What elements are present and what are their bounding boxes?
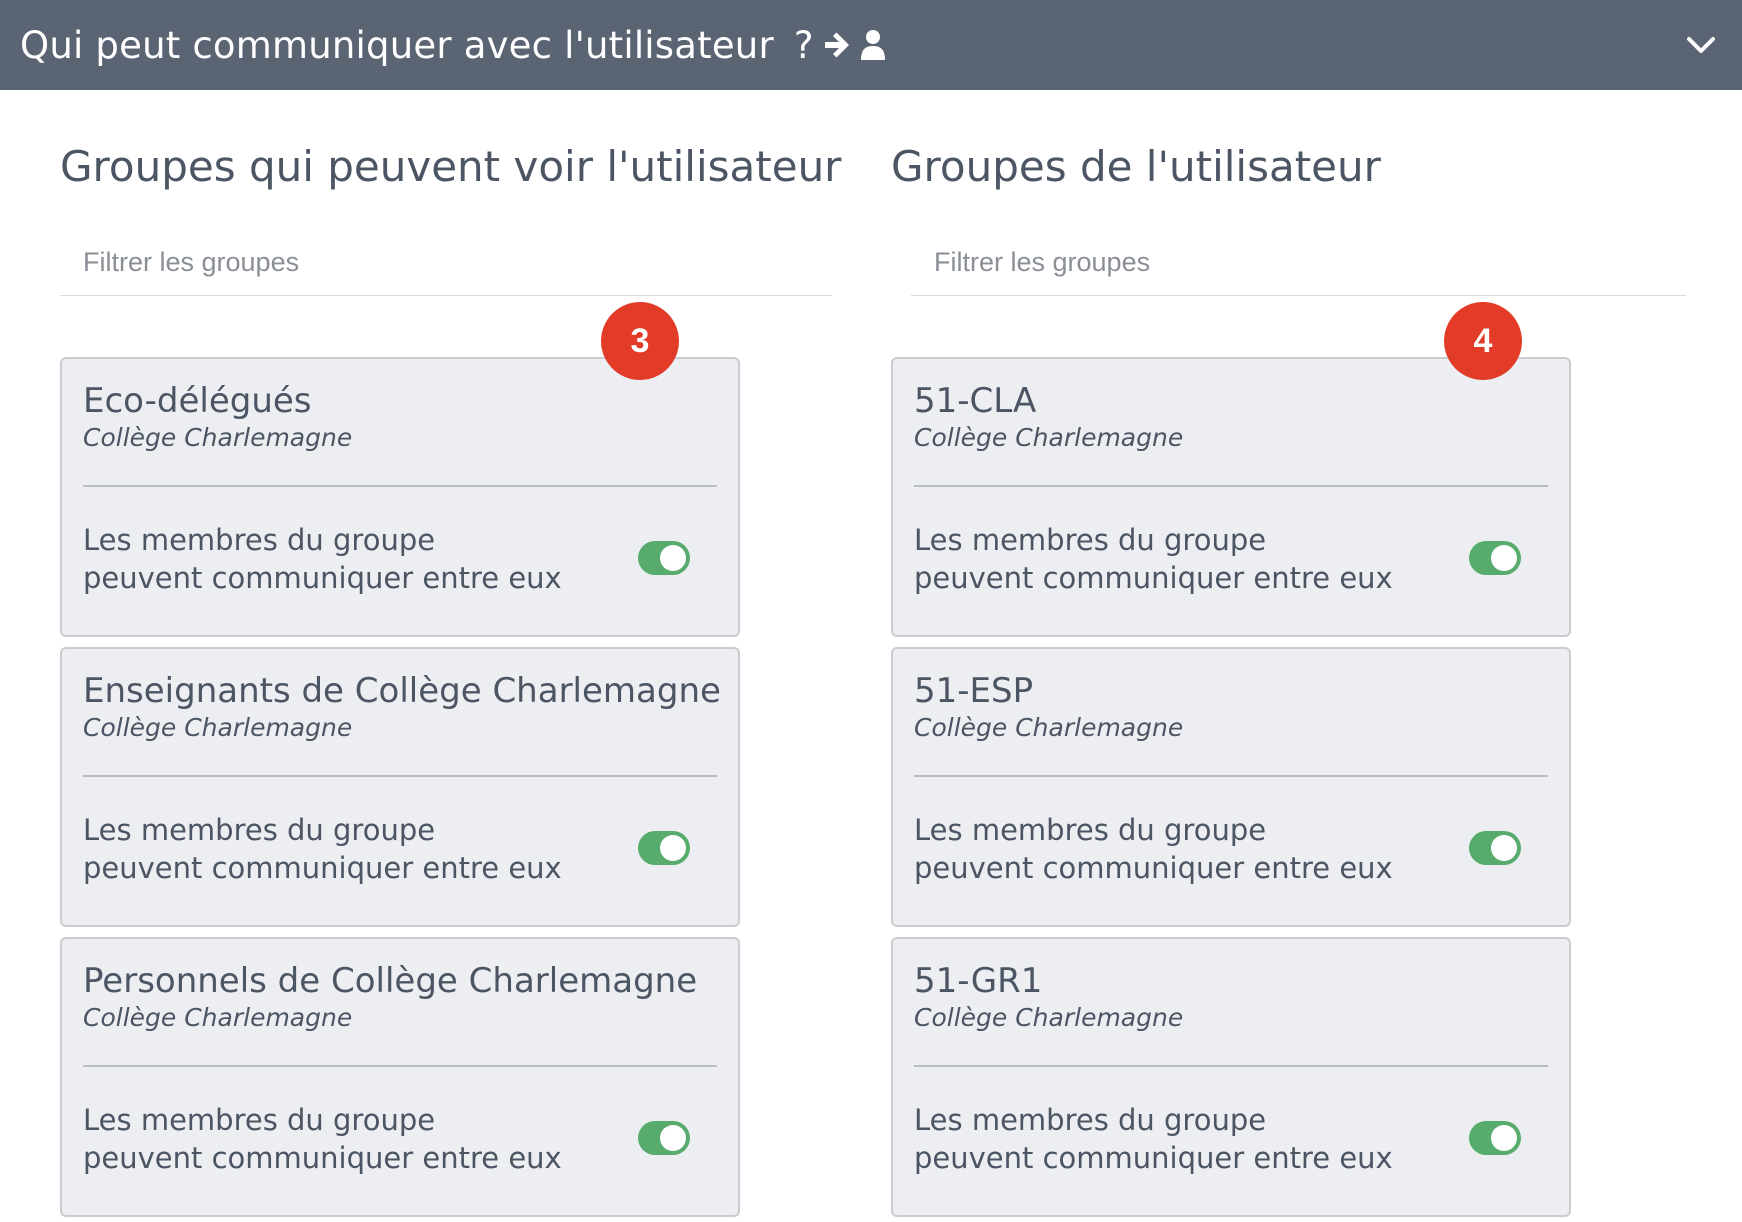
group-card: 51-CLA Collège Charlemagne Les membres d…: [891, 357, 1571, 637]
toggle-knob: [1491, 1125, 1517, 1151]
panel-title: Qui peut communiquer avec l'utilisateur: [20, 23, 774, 67]
group-card: 51-ESP Collège Charlemagne Les membres d…: [891, 647, 1571, 927]
group-card: 51-GR1 Collège Charlemagne Les membres d…: [891, 937, 1571, 1217]
card-divider: [83, 1065, 717, 1067]
group-card: Personnels de Collège Charlemagne Collèg…: [60, 937, 740, 1217]
toggle-label: Les membres du groupe peuvent communique…: [914, 813, 1393, 885]
communicate-toggle[interactable]: [638, 831, 690, 865]
communicate-toggle[interactable]: [1469, 1121, 1521, 1155]
communicate-toggle[interactable]: [638, 541, 690, 575]
toggle-knob: [1491, 835, 1517, 861]
toggle-knob: [660, 545, 686, 571]
card-divider: [83, 775, 717, 777]
panel-header[interactable]: Qui peut communiquer avec l'utilisateur …: [0, 0, 1742, 90]
group-school: Collège Charlemagne: [914, 423, 1184, 452]
card-divider: [914, 1065, 1548, 1067]
group-school: Collège Charlemagne: [914, 713, 1184, 742]
toggle-label: Les membres du groupe peuvent communique…: [83, 523, 562, 595]
group-name: 51-ESP: [914, 671, 1034, 711]
filter-groups-input-right[interactable]: [911, 230, 1686, 296]
communicate-toggle[interactable]: [638, 1121, 690, 1155]
group-name: 51-GR1: [914, 961, 1043, 1001]
group-card: Eco-délégués Collège Charlemagne Les mem…: [60, 357, 740, 637]
toggle-label: Les membres du groupe peuvent communique…: [83, 813, 562, 885]
group-name: Enseignants de Collège Charlemagne: [83, 671, 721, 711]
toggle-knob: [1491, 545, 1517, 571]
toggle-knob: [660, 1125, 686, 1151]
toggle-label: Les membres du groupe peuvent communique…: [914, 523, 1393, 595]
group-name: Personnels de Collège Charlemagne: [83, 961, 698, 1001]
communicate-toggle[interactable]: [1469, 541, 1521, 575]
arrow-right-icon: [824, 32, 849, 58]
card-divider: [914, 485, 1548, 487]
toggle-label: Les membres du groupe peuvent communique…: [914, 1103, 1393, 1175]
toggle-knob: [660, 835, 686, 861]
group-school: Collège Charlemagne: [83, 1003, 353, 1032]
group-card: Enseignants de Collège Charlemagne Collè…: [60, 647, 740, 927]
chevron-down-icon[interactable]: [1682, 26, 1720, 64]
user-icon: [860, 30, 885, 60]
section-title-visible-by: Groupes qui peuvent voir l'utilisateur: [60, 142, 842, 191]
filter-groups-input-left[interactable]: [60, 230, 832, 296]
group-school: Collège Charlemagne: [914, 1003, 1184, 1032]
toggle-label: Les membres du groupe peuvent communique…: [83, 1103, 562, 1175]
panel-question-mark: ?: [793, 23, 814, 67]
section-title-user-groups: Groupes de l'utilisateur: [891, 142, 1381, 191]
group-school: Collège Charlemagne: [83, 713, 353, 742]
group-name: Eco-délégués: [83, 381, 312, 421]
communicate-toggle[interactable]: [1469, 831, 1521, 865]
card-divider: [83, 485, 717, 487]
group-name: 51-CLA: [914, 381, 1037, 421]
step-badge-4: 4: [1444, 302, 1522, 380]
step-badge-3: 3: [601, 302, 679, 380]
card-divider: [914, 775, 1548, 777]
group-school: Collège Charlemagne: [83, 423, 353, 452]
